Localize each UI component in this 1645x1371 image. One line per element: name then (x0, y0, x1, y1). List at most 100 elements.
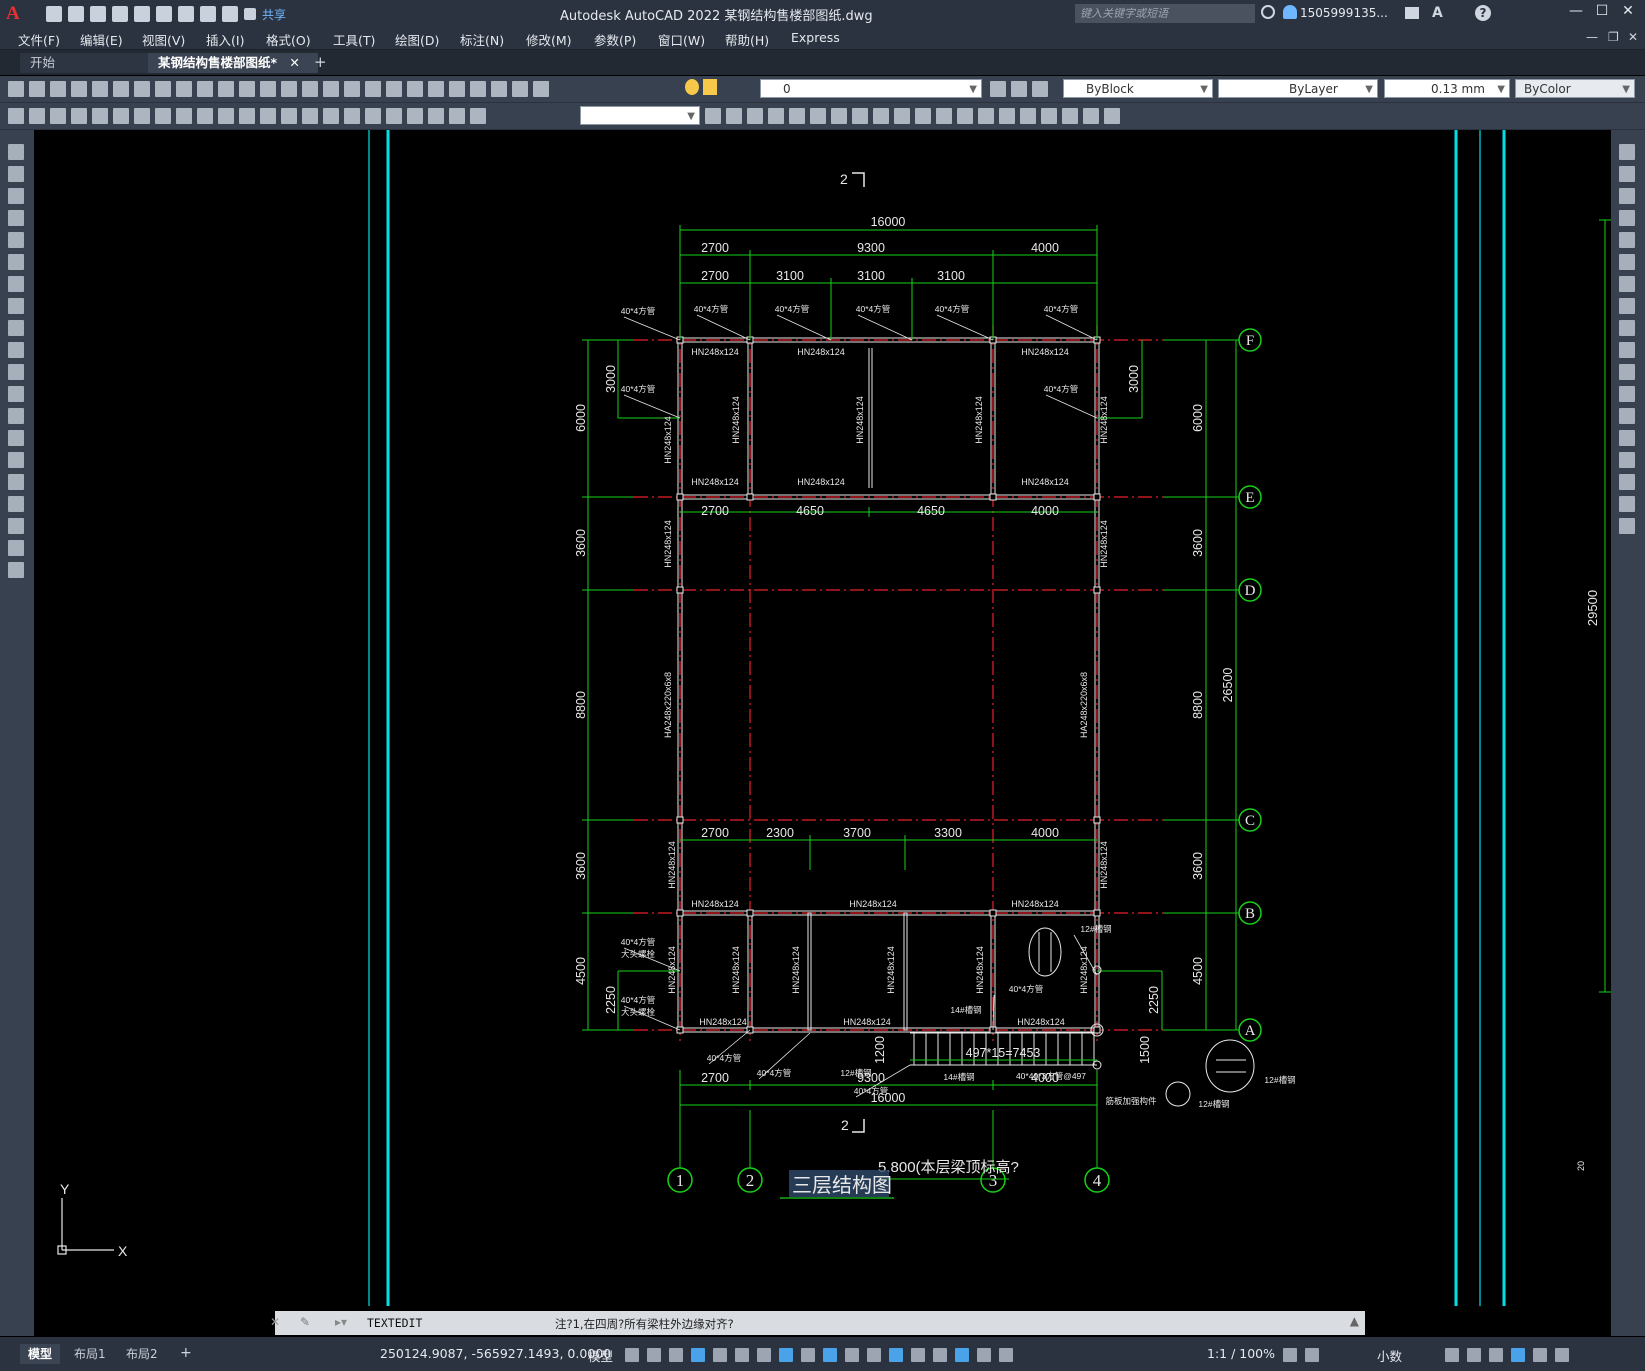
tab-start[interactable]: 开始 (20, 53, 150, 73)
units-dropdown[interactable]: 小数 (1377, 1346, 1402, 1365)
menu-parametric[interactable]: 参数(P) (594, 30, 636, 49)
align-icon[interactable] (789, 108, 805, 124)
selection-cycling-icon[interactable] (845, 1348, 859, 1362)
tab-drawing[interactable]: 某钢结构售楼部图纸* ✕ (148, 53, 318, 73)
plot-icon[interactable] (71, 81, 87, 97)
stretch-obj-icon[interactable] (1619, 320, 1635, 336)
user-icon[interactable] (1283, 5, 1297, 19)
layer-freeze-icon[interactable] (703, 79, 717, 95)
doc-minimize-button[interactable]: — (1586, 30, 1598, 44)
gradient-icon[interactable] (8, 474, 24, 490)
menu-insert[interactable]: 插入(I) (206, 30, 244, 49)
tolerance-icon[interactable] (344, 108, 360, 124)
maximize-button[interactable]: ☐ (1591, 3, 1613, 23)
region-icon[interactable] (8, 496, 24, 512)
array-icon[interactable] (894, 108, 910, 124)
cmdline-customize-icon[interactable]: ✎ (300, 1315, 310, 1329)
menu-format[interactable]: 格式(O) (266, 30, 311, 49)
close-button[interactable]: ✕ (1617, 3, 1639, 23)
doc-restore-button[interactable]: ❐ (1608, 30, 1619, 44)
copy-icon[interactable] (176, 81, 192, 97)
dim-update-icon[interactable] (470, 108, 486, 124)
hatch-icon[interactable] (8, 452, 24, 468)
trim-icon[interactable] (978, 108, 994, 124)
properties-icon[interactable] (386, 81, 402, 97)
menu-file[interactable]: 文件(F) (18, 30, 60, 49)
grid-icon[interactable] (625, 1348, 639, 1362)
menu-help[interactable]: 帮助(H) (725, 30, 769, 49)
layer-previous-icon[interactable] (1032, 81, 1048, 97)
insert-block-icon[interactable] (8, 386, 24, 402)
paste-icon[interactable] (197, 81, 213, 97)
copy-tool-icon[interactable] (831, 108, 847, 124)
new-tab-icon[interactable]: + (314, 53, 327, 71)
lineweight-icon[interactable] (801, 1348, 815, 1362)
matchprop-icon[interactable] (218, 81, 234, 97)
dim-aligned-icon[interactable] (92, 108, 108, 124)
dim-jogged-icon[interactable] (176, 108, 192, 124)
app-store-icon[interactable]: A (1432, 5, 1443, 21)
command-line[interactable]: ✕ ✎ ▸▾ TEXTEDIT 注?1,在四周?所有梁柱外边缘对齐? ▲ (270, 1311, 1365, 1335)
ortho-icon[interactable] (691, 1348, 705, 1362)
chamfer-icon[interactable] (1062, 108, 1078, 124)
dim-break-icon[interactable] (323, 108, 339, 124)
move-obj-icon[interactable] (1619, 254, 1635, 270)
undo-icon[interactable] (200, 6, 216, 22)
dim-edit-icon[interactable] (428, 108, 444, 124)
lock-ui-icon[interactable] (1467, 1348, 1481, 1362)
move-icon[interactable] (810, 108, 826, 124)
zoom-previous-icon[interactable] (365, 81, 381, 97)
isolate-objects-icon[interactable] (1489, 1348, 1503, 1362)
lineweight-dropdown[interactable]: 0.13 mm ▼ (1384, 79, 1510, 98)
point-icon[interactable] (8, 430, 24, 446)
table-icon[interactable] (8, 518, 24, 534)
hardware-accel-icon[interactable] (1511, 1348, 1525, 1362)
print-icon[interactable] (178, 6, 194, 22)
break-obj-icon[interactable] (1619, 408, 1635, 424)
dimstyle-dropdown[interactable]: ▼ (580, 106, 700, 125)
tab-close-icon[interactable]: ✕ (289, 55, 299, 70)
annotation-visibility-icon[interactable] (955, 1348, 969, 1362)
isodraft-icon[interactable] (735, 1348, 749, 1362)
ellipse-icon[interactable] (8, 342, 24, 358)
infer-icon[interactable] (669, 1348, 683, 1362)
tab-model[interactable]: 模型 (20, 1344, 61, 1364)
mirror-icon[interactable] (852, 108, 868, 124)
construction-line-icon[interactable] (8, 166, 24, 182)
make-block-icon[interactable] (8, 408, 24, 424)
transparency-icon[interactable] (823, 1348, 837, 1362)
autocad-logo-icon[interactable]: A (6, 3, 32, 25)
arc-icon[interactable] (8, 254, 24, 270)
preview-icon[interactable] (92, 81, 108, 97)
customization-icon[interactable] (1555, 1348, 1569, 1362)
plotstyle-dropdown[interactable]: ByColor ▼ (1515, 79, 1635, 98)
dim-angular-icon[interactable] (218, 108, 234, 124)
search-input[interactable]: 键入关键字或短语 (1075, 4, 1255, 23)
erase-icon[interactable] (1619, 144, 1635, 160)
workspace-icon[interactable] (1283, 1348, 1297, 1362)
menu-tools[interactable]: 工具(T) (333, 30, 375, 49)
ellipse-arc-icon[interactable] (8, 364, 24, 380)
break-point-icon[interactable] (1619, 386, 1635, 402)
copy-obj-icon[interactable] (1619, 166, 1635, 182)
mirror-obj-icon[interactable] (1619, 188, 1635, 204)
block-editor-icon[interactable] (239, 81, 255, 97)
autoscale-icon[interactable] (977, 1348, 991, 1362)
spline-icon[interactable] (8, 320, 24, 336)
pan-icon[interactable] (302, 81, 318, 97)
dim-text-edit-icon[interactable] (449, 108, 465, 124)
add-selected-icon[interactable] (8, 562, 24, 578)
revcloud-icon[interactable] (8, 298, 24, 314)
design-center-icon[interactable] (407, 81, 423, 97)
offset-obj-icon[interactable] (1619, 210, 1635, 226)
3dosnap-icon[interactable] (867, 1348, 881, 1362)
snap-icon[interactable] (647, 1348, 661, 1362)
annotation-scale-icon[interactable] (999, 1348, 1013, 1362)
dim-continue-icon[interactable] (281, 108, 297, 124)
explode-obj-icon[interactable] (1619, 518, 1635, 534)
cmdline-close-icon[interactable]: ✕ (270, 1315, 280, 1329)
inspect-icon[interactable] (386, 108, 402, 124)
chamfer-obj-icon[interactable] (1619, 452, 1635, 468)
menu-express[interactable]: Express (791, 30, 840, 45)
linetype-dropdown[interactable]: ByLayer ▼ (1218, 79, 1378, 98)
